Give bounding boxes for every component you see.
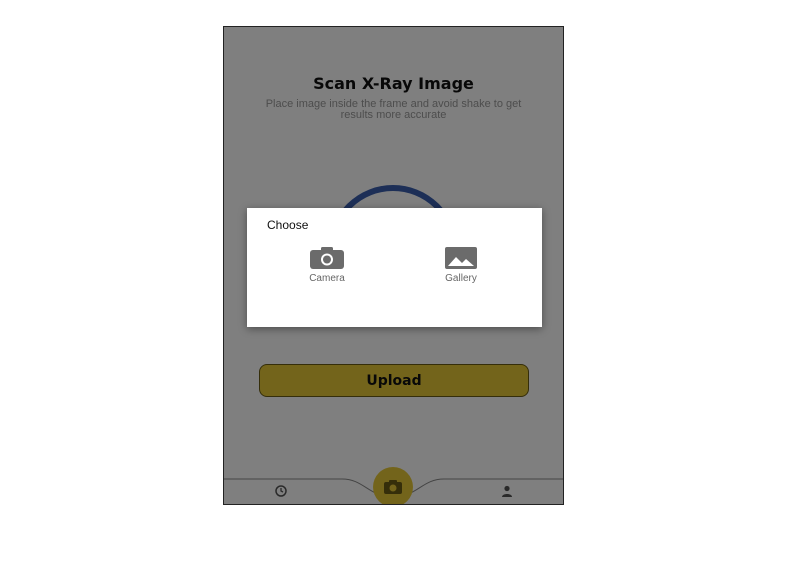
phone-screen: Scan X-Ray Image Place image inside the … (223, 26, 564, 505)
camera-option[interactable]: Camera (287, 246, 367, 284)
camera-icon (310, 247, 344, 269)
image-icon (445, 247, 477, 269)
choose-source-dialog: Choose Camera Gallery (247, 208, 542, 327)
gallery-option[interactable]: Gallery (421, 246, 501, 284)
camera-option-label: Camera (309, 273, 345, 284)
gallery-option-label: Gallery (445, 273, 477, 284)
dialog-title: Choose (267, 218, 309, 232)
